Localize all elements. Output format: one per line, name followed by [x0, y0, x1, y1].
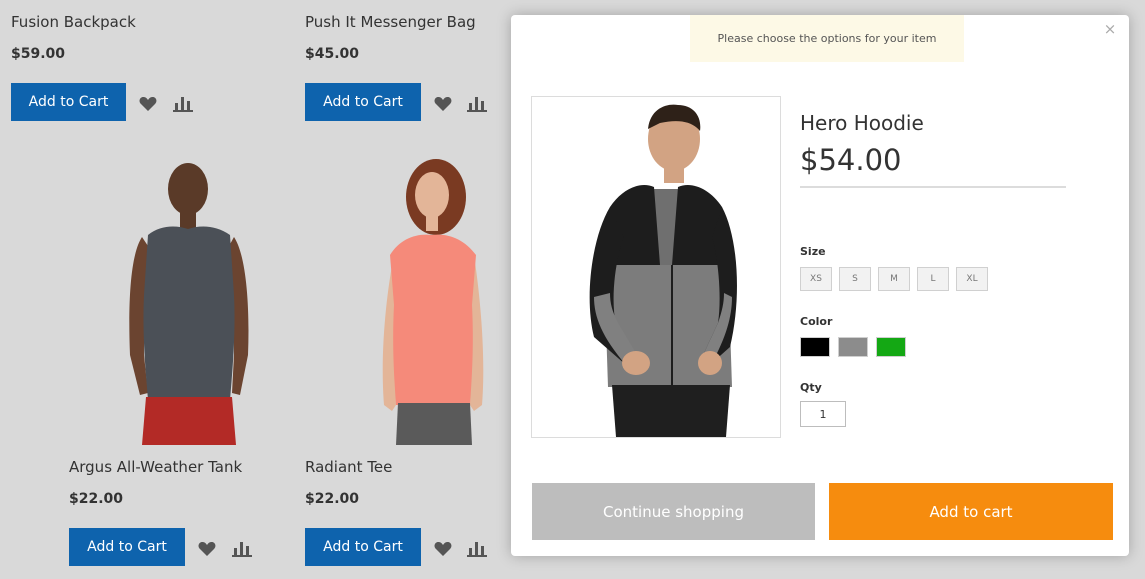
product-name[interactable]: Argus All-Weather Tank [69, 458, 242, 476]
close-icon[interactable]: × [1103, 22, 1117, 37]
size-option-m[interactable]: M [878, 267, 910, 291]
product-name[interactable]: Radiant Tee [305, 458, 392, 476]
heart-icon[interactable] [433, 539, 453, 559]
bar-chart-icon[interactable] [467, 94, 487, 114]
product-card-fusion-backpack: Fusion Backpack $59.00 Add to Cart [0, 0, 230, 130]
hoodie-model-image [589, 104, 737, 437]
bar-chart-icon[interactable] [173, 94, 193, 114]
product-image-radiant-tee[interactable] [360, 155, 500, 445]
continue-shopping-button[interactable]: Continue shopping [532, 483, 815, 540]
color-swatch-green[interactable] [876, 337, 906, 357]
product-price: $22.00 [305, 491, 360, 507]
add-to-cart-button[interactable]: Add to Cart [69, 528, 185, 566]
heart-icon[interactable] [138, 94, 158, 114]
options-notice: Please choose the options for your item [690, 15, 964, 62]
product-photo [531, 96, 781, 438]
bar-chart-icon[interactable] [467, 539, 487, 559]
heart-icon[interactable] [197, 539, 217, 559]
color-label: Color [800, 315, 833, 328]
product-name[interactable]: Push It Messenger Bag [305, 13, 476, 31]
color-swatch-black[interactable] [800, 337, 830, 357]
add-to-cart-button[interactable]: Add to Cart [305, 528, 421, 566]
product-card-argus-tank: Argus All-Weather Tank $22.00 Add to Car… [60, 455, 290, 575]
size-option-s[interactable]: S [839, 267, 871, 291]
bar-chart-icon[interactable] [232, 539, 252, 559]
size-label: Size [800, 245, 826, 258]
product-title: Hero Hoodie [800, 111, 924, 135]
divider [800, 186, 1066, 188]
qty-input[interactable] [800, 401, 846, 427]
product-name[interactable]: Fusion Backpack [11, 13, 136, 31]
product-price: $54.00 [800, 143, 902, 177]
qty-label: Qty [800, 381, 822, 394]
size-option-xl[interactable]: XL [956, 267, 988, 291]
add-to-cart-button[interactable]: Add to cart [829, 483, 1113, 540]
add-to-cart-modal: Please choose the options for your item … [511, 15, 1129, 556]
size-option-l[interactable]: L [917, 267, 949, 291]
product-image-argus-tank[interactable] [100, 155, 280, 445]
add-to-cart-button[interactable]: Add to Cart [305, 83, 421, 121]
heart-icon[interactable] [433, 94, 453, 114]
add-to-cart-button[interactable]: Add to Cart [11, 83, 126, 121]
color-swatch-gray[interactable] [838, 337, 868, 357]
product-card-push-it-messenger-bag: Push It Messenger Bag $45.00 Add to Cart [295, 0, 505, 130]
product-card-radiant-tee: Radiant Tee $22.00 Add to Cart [295, 455, 505, 575]
size-option-xs[interactable]: XS [800, 267, 832, 291]
product-price: $45.00 [305, 46, 360, 62]
product-price: $59.00 [11, 46, 66, 62]
product-price: $22.00 [69, 491, 124, 507]
